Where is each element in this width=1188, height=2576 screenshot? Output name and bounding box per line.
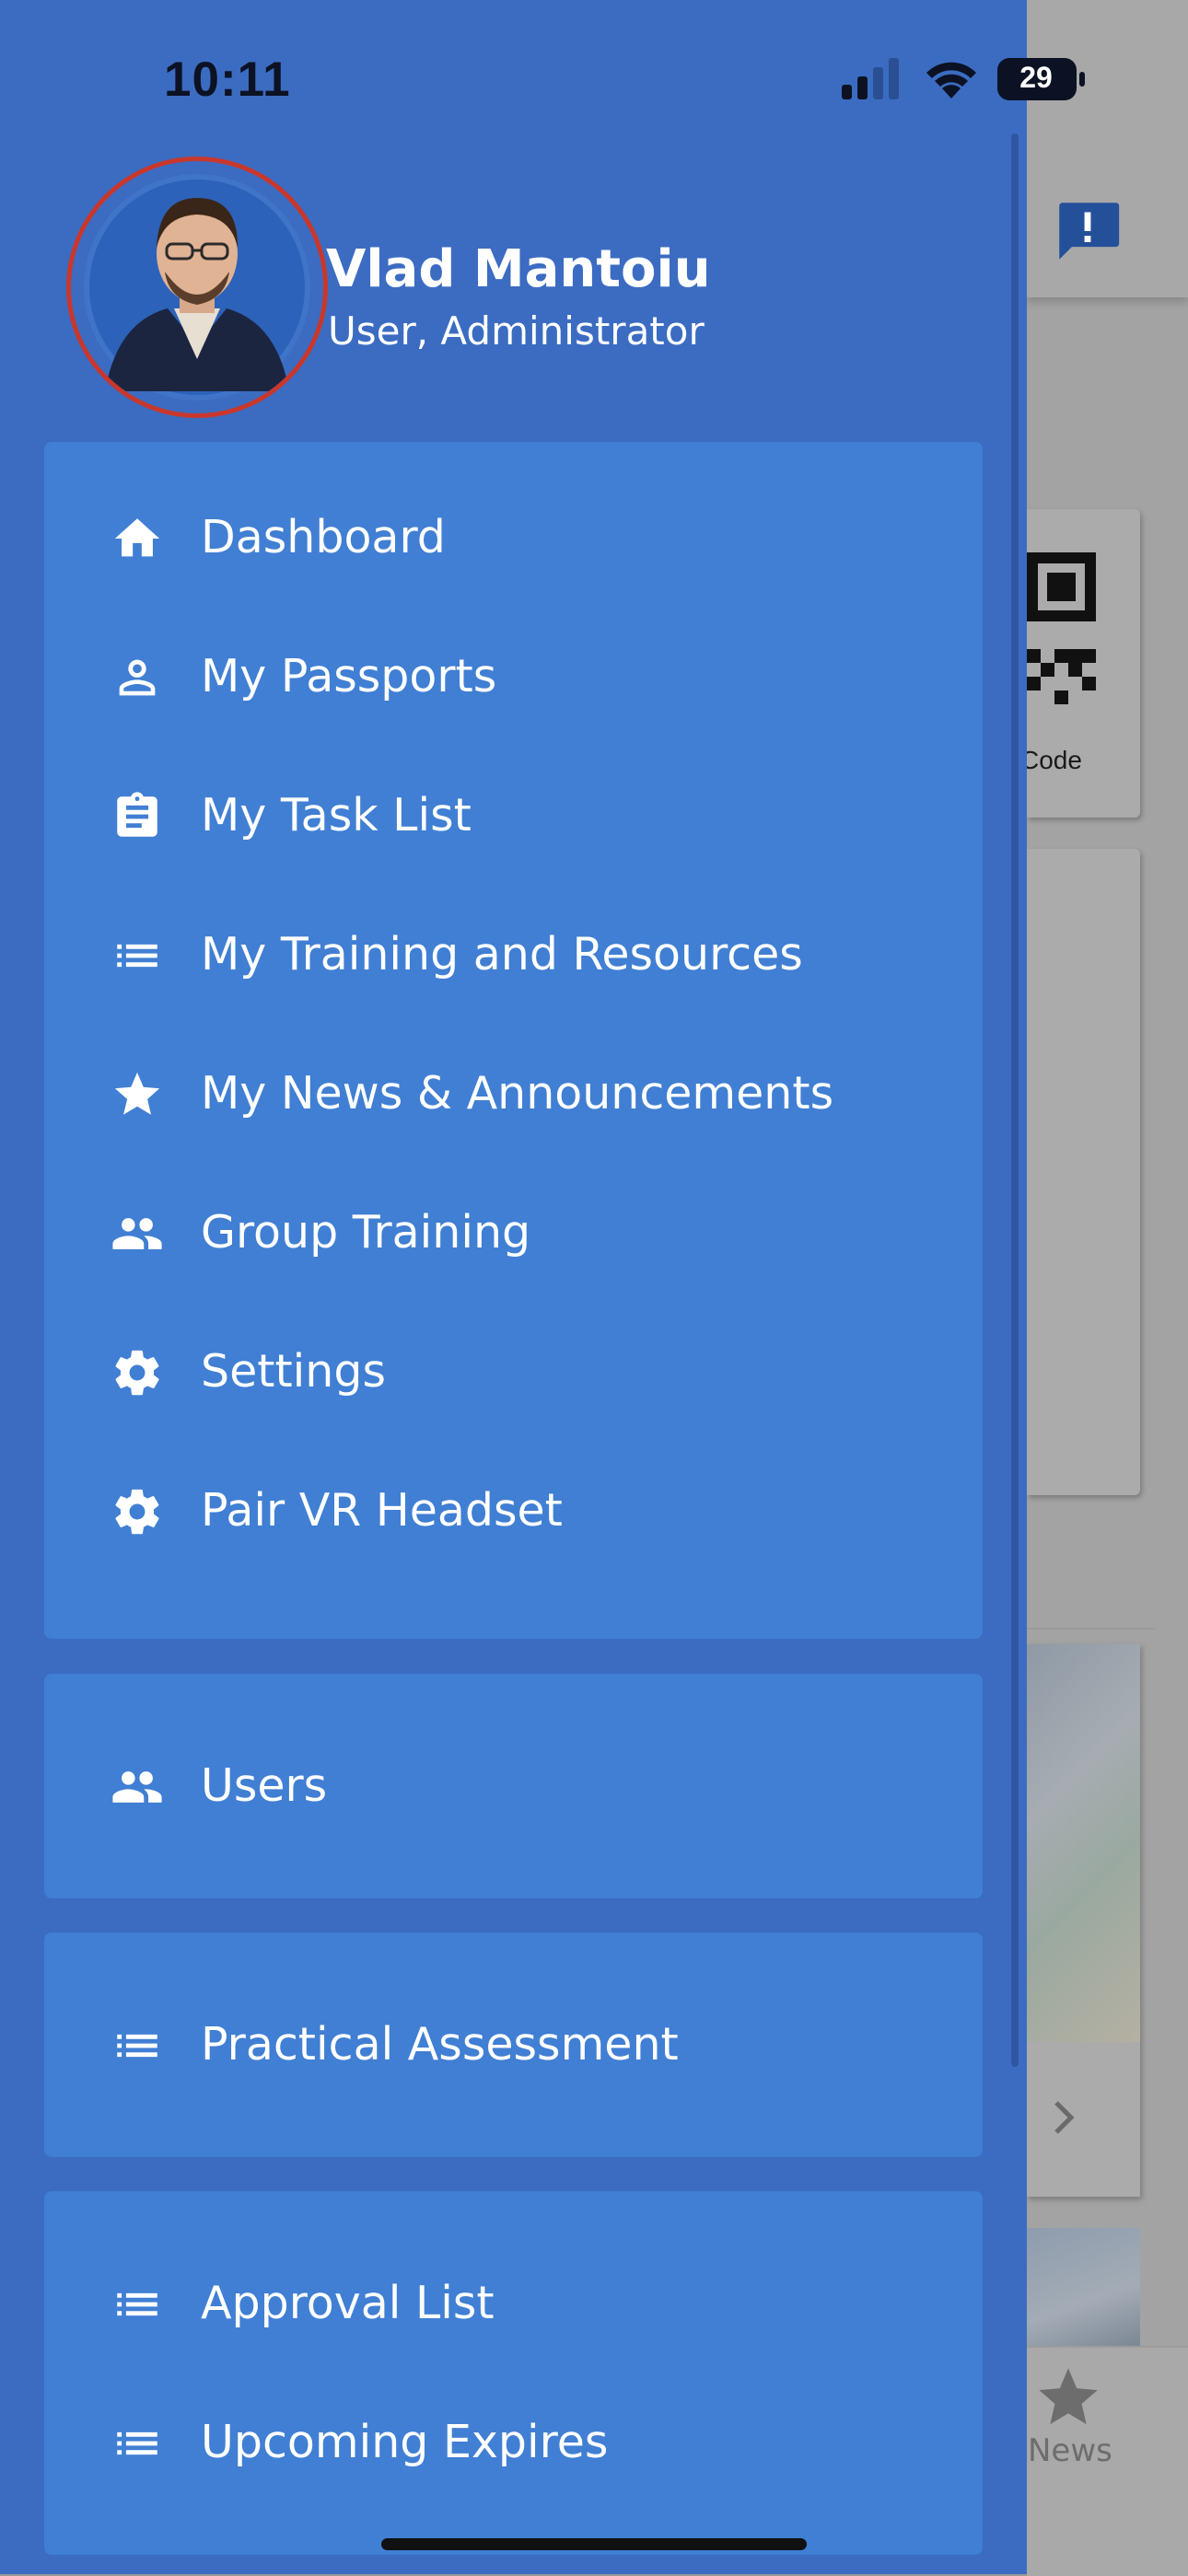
- group-icon: [112, 1771, 162, 1803]
- menu-item-label: Dashboard: [201, 511, 446, 563]
- menu-item-label: Practical Assessment: [201, 2018, 679, 2071]
- person-icon: [119, 659, 156, 696]
- menu-item-label: My Passports: [201, 650, 497, 702]
- menu-item-label: Approval List: [201, 2277, 495, 2329]
- menu-item-label: My Task List: [201, 789, 472, 841]
- scrollbar[interactable]: [1011, 133, 1019, 2067]
- qr-code-label: Code: [1020, 746, 1082, 774]
- clipboard-icon: [117, 792, 157, 837]
- list-icon: [117, 944, 157, 968]
- menu-item-settings[interactable]: Settings: [44, 1321, 983, 1422]
- menu-section-admin: Users: [44, 1674, 983, 1898]
- home-icon: [114, 518, 160, 557]
- gear-icon: [115, 1489, 159, 1535]
- menu-section-assessment: Practical Assessment: [44, 1932, 983, 2157]
- menu-item-my-training-and-resources[interactable]: My Training and Resources: [44, 904, 983, 1005]
- news-tab-star-icon[interactable]: [1033, 2362, 1103, 2432]
- news-image-2: [1027, 2228, 1140, 2348]
- status-time: 10:11: [164, 52, 291, 107]
- menu-item-my-news-announcements[interactable]: My News & Announcements: [44, 1043, 983, 1144]
- menu-item-label: Pair VR Headset: [201, 1484, 563, 1537]
- list-icon: [117, 2431, 157, 2455]
- menu-section-main: Dashboard My Passports My Task List My T…: [44, 442, 983, 1639]
- chevron-right-icon[interactable]: [1045, 2090, 1082, 2145]
- user-name: Vlad Mantoiu: [326, 239, 711, 299]
- divider: [1027, 1628, 1156, 1630]
- menu-item-my-task-list[interactable]: My Task List: [44, 765, 983, 866]
- list-icon: [117, 2034, 157, 2058]
- status-bar: 10:11 29: [0, 0, 1188, 147]
- menu-item-label: Group Training: [201, 1206, 531, 1259]
- star-icon: [114, 1072, 160, 1115]
- menu-item-practical-assessment[interactable]: Practical Assessment: [44, 1994, 983, 2095]
- content-card: [1027, 849, 1140, 1495]
- home-indicator[interactable]: [381, 2538, 807, 2550]
- user-role: User, Administrator: [328, 308, 705, 354]
- list-icon: [117, 2292, 157, 2316]
- menu-item-label: My Training and Resources: [201, 928, 803, 981]
- menu-item-approval-list[interactable]: Approval List: [44, 2253, 983, 2354]
- menu-item-label: Upcoming Expires: [201, 2416, 609, 2468]
- menu-item-upcoming-expires[interactable]: Upcoming Expires: [44, 2392, 983, 2493]
- cellular-signal-icon: [842, 58, 899, 99]
- menu-item-pair-vr-headset[interactable]: Pair VR Headset: [44, 1460, 983, 1561]
- news-image: [1027, 1644, 1140, 2042]
- menu-item-group-training[interactable]: Group Training: [44, 1182, 983, 1283]
- battery-level: 29: [1019, 61, 1053, 94]
- navigation-drawer: Vlad Mantoiu User, Administrator Dashboa…: [0, 0, 1027, 2574]
- menu-item-label: Settings: [201, 1345, 386, 1398]
- avatar[interactable]: [66, 157, 328, 418]
- gear-icon: [115, 1350, 159, 1396]
- menu-section-approvals: Approval List Upcoming Expires: [44, 2191, 983, 2555]
- menu-item-label: My News & Announcements: [201, 1067, 834, 1120]
- menu-item-label: Users: [201, 1759, 328, 1812]
- qr-code-icon: [1027, 552, 1096, 704]
- feedback-icon[interactable]: [1050, 193, 1125, 269]
- wifi-icon: [926, 62, 976, 99]
- menu-item-my-passports[interactable]: My Passports: [44, 626, 983, 727]
- group-icon: [112, 1218, 162, 1249]
- tab-news-label[interactable]: News: [1028, 2432, 1112, 2469]
- menu-item-users[interactable]: Users: [44, 1735, 983, 1837]
- menu-item-dashboard[interactable]: Dashboard: [44, 487, 983, 588]
